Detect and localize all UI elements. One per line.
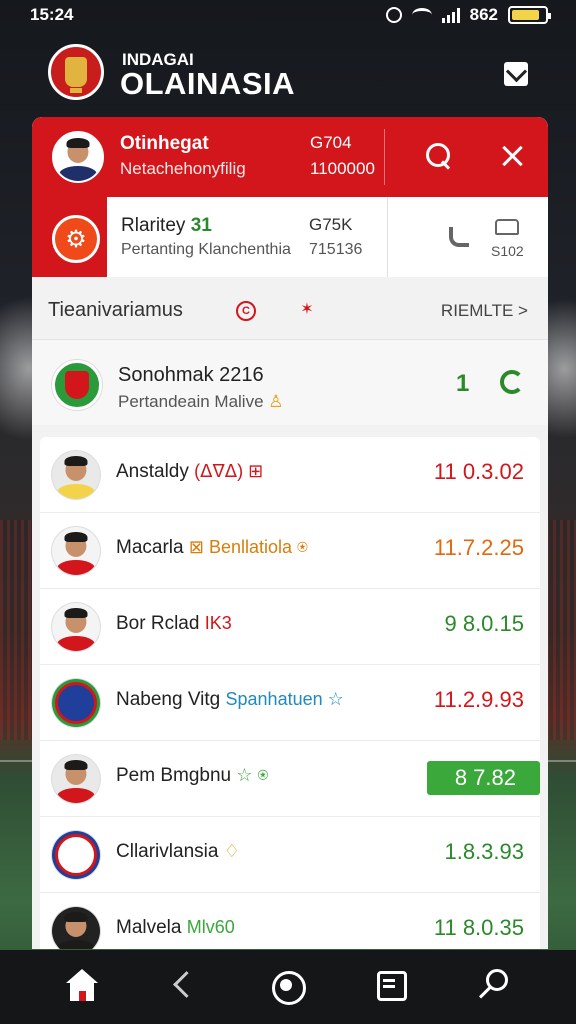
status-icons: 862 <box>385 5 551 25</box>
player-row-avatar <box>52 603 100 651</box>
contact-code-secondary: S102 <box>491 243 524 259</box>
player-number: 1100000 <box>310 159 375 178</box>
main-panel: Otinhegat Netachehonyfilig G704 1100000 … <box>32 117 548 949</box>
player-row-name: Nabeng Vitg Spanhatuen ☆ <box>116 689 344 710</box>
featured-name: Sonohmak 2216 <box>118 364 264 386</box>
player-row-score: 11 0.3.02 <box>433 459 524 484</box>
profile-icon[interactable] <box>474 967 514 1007</box>
bag-icon[interactable] <box>495 219 519 235</box>
player-row-avatar <box>52 907 100 949</box>
player-code: G704 <box>310 133 352 152</box>
section-header: Tieanivariamus C ✶ RIEMLTE > <box>32 287 548 337</box>
status-bar: 15:24 862 <box>0 0 576 30</box>
contact-divider <box>387 197 388 277</box>
inbox-button[interactable] <box>504 62 528 86</box>
see-more-link[interactable]: RIEMLTE > <box>441 301 528 321</box>
status-time: 15:24 <box>30 5 74 24</box>
player-row[interactable]: Anstaldy (ᐃᐁᐃ) ⊞ 11 0.3.02 <box>40 437 540 513</box>
player-list: Anstaldy (ᐃᐁᐃ) ⊞ 11 0.3.02 Macarla ⊠ Benll… <box>40 437 540 949</box>
back-icon[interactable] <box>165 967 205 1007</box>
player-row-name: Pem Bmgbnu ☆ ⍟ <box>116 765 269 786</box>
player-row[interactable]: Macarla ⊠ Benllatiola ⍟ 11.7.2.25 <box>40 513 540 589</box>
header-divider <box>384 129 385 185</box>
player-row-avatar <box>52 831 100 879</box>
search-icon[interactable] <box>424 141 454 171</box>
home-circle-icon[interactable] <box>268 967 308 1007</box>
player-row-name: Cllarivlansia ♢ <box>116 841 240 862</box>
player-row-tag: ☆ ⍟ <box>236 765 269 785</box>
battery-percent: 862 <box>469 5 498 24</box>
contact-code: G75K <box>309 215 353 234</box>
player-row-score: 11 8.0.35 <box>433 915 524 940</box>
player-row[interactable]: Cllarivlansia ♢ 1.8.3.93 <box>40 817 540 893</box>
phone-icon[interactable] <box>449 227 469 247</box>
player-subtitle: Netachehonyfilig <box>120 159 246 178</box>
player-row[interactable]: Pem Bmgbnu ☆ ⍟ 8 7.82 <box>40 741 540 817</box>
player-row-name: Malvela Mlv60 <box>116 917 235 938</box>
player-row-score: 11.2.9.93 <box>433 687 524 712</box>
wifi-icon <box>411 8 432 22</box>
player-row-tag: ⊠ Benllatiola ⍟ <box>188 537 308 557</box>
player-row-name: Anstaldy (ᐃᐁᐃ) ⊞ <box>116 461 264 482</box>
contact-number: 715136 <box>309 241 363 258</box>
player-row-avatar <box>52 451 100 499</box>
bottom-navigation <box>0 950 576 1024</box>
featured-count: 1 <box>456 370 470 397</box>
star-icon[interactable]: ✶ <box>298 301 316 319</box>
featured-subtitle: Pertandeain Malive ♙ <box>118 392 284 411</box>
trophy-logo-icon <box>48 44 104 100</box>
player-row-avatar <box>52 755 100 803</box>
player-row-tag: (ᐃᐁᐃ) ⊞ <box>194 461 264 481</box>
battery-icon <box>508 6 551 24</box>
player-row-tag: Spanhatuen ☆ <box>225 689 344 709</box>
app-header: INDAGAI OLAINASIA <box>48 44 548 108</box>
chat-icon[interactable] <box>371 967 411 1007</box>
section-title: Tieanivariamus <box>48 299 183 321</box>
close-icon[interactable] <box>498 141 528 171</box>
featured-team-card[interactable]: Sonohmak 2216 Pertandeain Malive ♙ 1 <box>32 339 548 425</box>
player-row-avatar <box>52 527 100 575</box>
player-row-name: Macarla ⊠ Benllatiola ⍟ <box>116 537 308 558</box>
player-row[interactable]: Bor Rclad IK3 9 8.0.15 <box>40 589 540 665</box>
app-title: OLAINASIA <box>120 66 295 101</box>
player-row[interactable]: Malvela Mlv60 11 8.0.35 <box>40 893 540 949</box>
player-row-tag: IK3 <box>204 613 232 633</box>
contact-card[interactable]: Rlaritey 31 Pertanting Klanchenthia G75K… <box>107 197 548 277</box>
player-row-score: 8 7.82 <box>426 761 540 795</box>
player-row[interactable]: Nabeng Vitg Spanhatuen ☆ 11.2.9.93 <box>40 665 540 741</box>
signal-icon <box>441 7 460 23</box>
player-row-score: 9 8.0.15 <box>444 611 524 636</box>
player-row-tag: ♢ <box>223 841 240 861</box>
contact-subtitle: Pertanting Klanchenthia <box>121 241 291 258</box>
player-row-name: Bor Rclad IK3 <box>116 613 232 634</box>
home-icon[interactable] <box>62 967 102 1007</box>
alarm-icon <box>385 7 402 23</box>
info-circle-icon[interactable]: C <box>236 301 256 321</box>
gear-badge-icon[interactable]: ⚙ <box>52 215 100 263</box>
contact-name: Rlaritey 31 <box>121 215 212 236</box>
team-crest-icon <box>52 360 102 410</box>
player-row-avatar <box>52 679 100 727</box>
player-header: Otinhegat Netachehonyfilig G704 1100000 <box>32 117 548 197</box>
player-name: Otinhegat <box>120 133 209 154</box>
player-row-score: 11.7.2.25 <box>433 535 524 560</box>
player-row-tag: Mlv60 <box>186 917 235 937</box>
player-avatar[interactable] <box>52 131 104 183</box>
refresh-icon[interactable] <box>500 370 524 394</box>
player-row-score: 1.8.3.93 <box>444 839 524 864</box>
